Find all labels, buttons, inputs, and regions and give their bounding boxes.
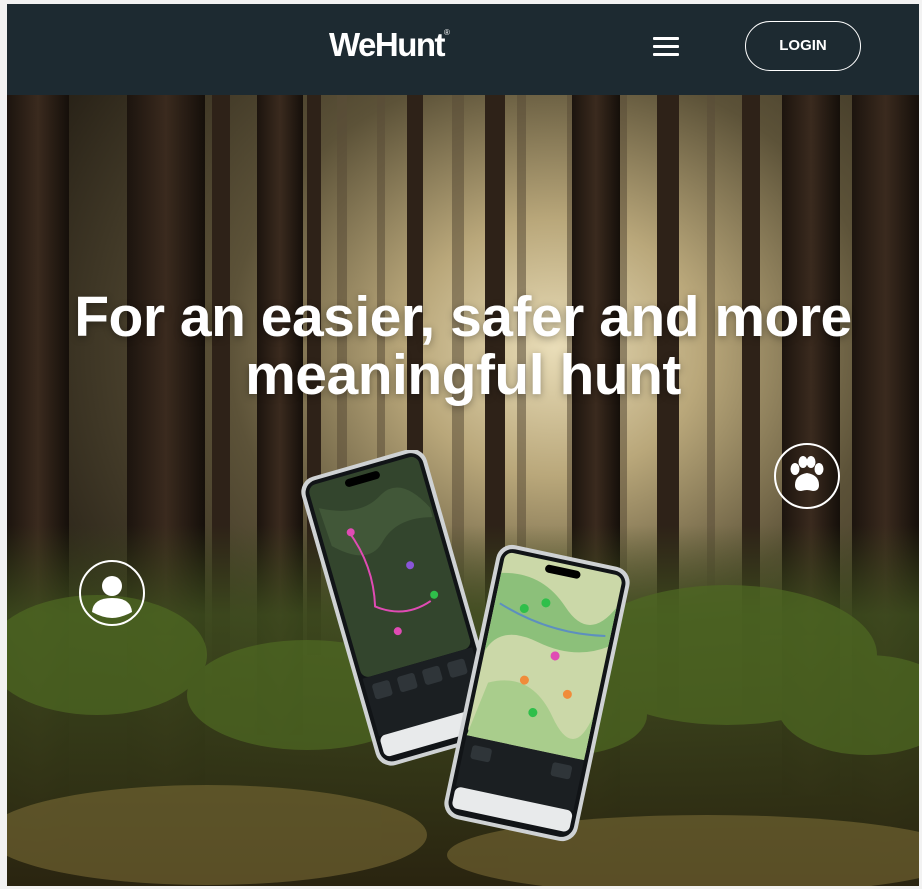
- page: WeHunt® LOGIN For an easier, safer and m…: [7, 4, 919, 886]
- trademark-mark: ®: [444, 28, 450, 37]
- menu-line: [653, 45, 679, 48]
- paw-icon: [774, 443, 840, 509]
- hero-headline: For an easier, safer and more meaningful…: [7, 288, 919, 404]
- menu-line: [653, 37, 679, 40]
- wehunt-logo[interactable]: WeHunt®: [329, 26, 450, 64]
- headline-line-2: meaningful hunt: [245, 343, 681, 407]
- headline-line-1: For an easier, safer and more: [74, 285, 852, 349]
- hamburger-menu-icon[interactable]: [653, 37, 681, 59]
- top-navbar: WeHunt® LOGIN: [7, 4, 919, 95]
- phone-app-screenshot-terrain-map: [444, 544, 630, 842]
- menu-line: [653, 53, 679, 56]
- person-icon: [79, 560, 145, 626]
- brand-name: WeHunt: [329, 26, 446, 63]
- hero-section: For an easier, safer and more meaningful…: [7, 95, 919, 886]
- login-button[interactable]: LOGIN: [745, 21, 861, 71]
